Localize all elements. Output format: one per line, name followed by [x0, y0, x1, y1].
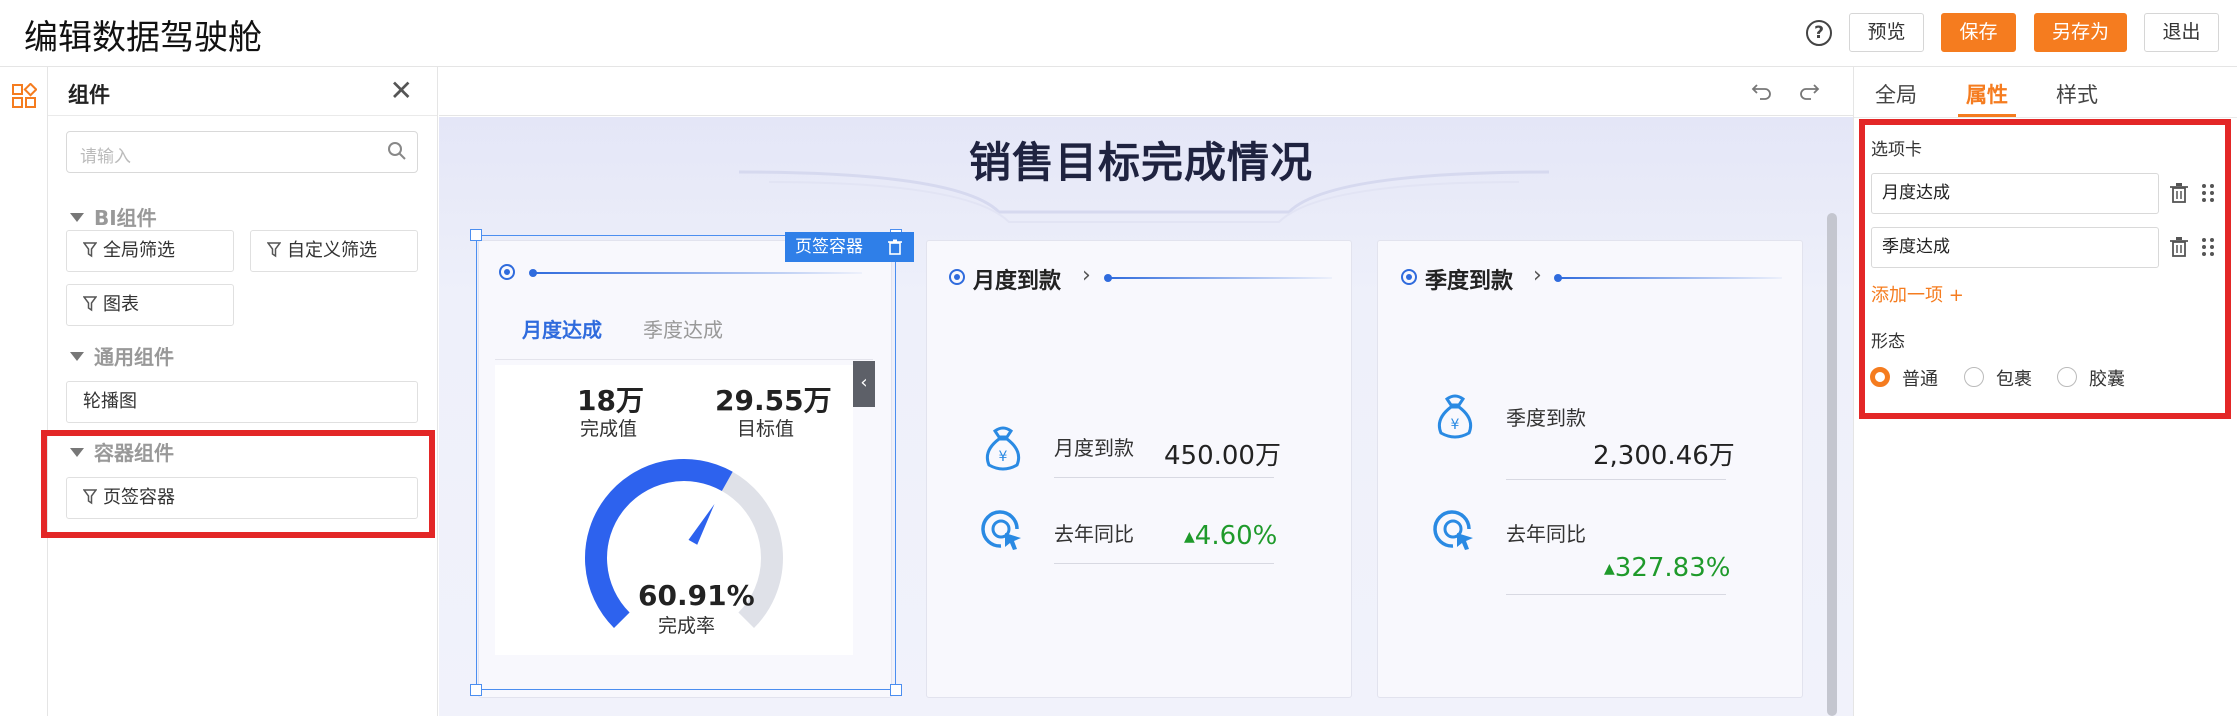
filter-icon: [267, 242, 281, 258]
icon-rail: [0, 67, 48, 716]
divider: [1506, 479, 1726, 480]
yoy-number: 4.60%: [1194, 521, 1278, 551]
selected-component-tag[interactable]: 页签容器: [785, 232, 914, 262]
redo-icon[interactable]: [1797, 79, 1821, 103]
components-panel: 组件 ✕ 请输入 BI组件 全局筛选 自定义筛选 图表 通用组件 轮播图 容器组…: [48, 67, 438, 716]
undo-icon[interactable]: [1750, 79, 1774, 103]
scrollbar[interactable]: [1827, 213, 1837, 716]
search-input[interactable]: 请输入: [66, 131, 418, 173]
money-bag-icon: ¥: [1437, 394, 1473, 439]
resize-handle[interactable]: [470, 684, 482, 696]
yoy-label: 去年同比: [1506, 522, 1586, 546]
divider: [1506, 594, 1726, 595]
dashboard-title: 销售目标完成情况: [969, 138, 1314, 187]
help-icon[interactable]: ?: [1806, 20, 1832, 46]
dashboard-stage: 销售目标完成情况 月度达成 季度达成 ‹ 18万 完成值 29.55万 目标值 …: [439, 117, 1853, 716]
save-button[interactable]: 保存: [1941, 13, 2016, 52]
resize-handle[interactable]: [890, 684, 902, 696]
yoy-value: ▲4.60%: [1184, 521, 1277, 551]
svg-text:¥: ¥: [999, 449, 1008, 465]
search-icon: [388, 142, 406, 160]
section-label: BI组件: [94, 206, 157, 230]
card-title: 季度到款: [1425, 269, 1514, 294]
section-bi[interactable]: BI组件: [70, 202, 157, 231]
tab-global[interactable]: 全局: [1875, 79, 1917, 109]
component-label: 图表: [103, 294, 139, 315]
panel-header: 组件 ✕: [48, 67, 437, 116]
save-as-button[interactable]: 另存为: [2034, 13, 2127, 52]
component-global-filter[interactable]: 全局筛选: [66, 230, 234, 272]
canvas-toolbar: [439, 67, 1853, 116]
component-chart[interactable]: 图表: [66, 284, 234, 326]
preview-button[interactable]: 预览: [1849, 13, 1924, 52]
metric-label: 月度到款: [1054, 436, 1134, 460]
component-custom-filter[interactable]: 自定义筛选: [250, 230, 418, 272]
metric-label: 季度到款: [1506, 406, 1586, 430]
money-bag-icon: ¥: [985, 426, 1021, 471]
component-label: 自定义筛选: [287, 240, 377, 261]
card-title: 月度到款: [973, 269, 1062, 294]
filter-icon: [83, 242, 97, 258]
highlight-box-right: [1859, 119, 2231, 419]
yoy-label: 去年同比: [1054, 522, 1134, 546]
target-click-icon: [1433, 510, 1473, 550]
page-title: 编辑数据驾驶舱: [24, 18, 262, 58]
caret-down-icon: [70, 352, 84, 361]
components-icon[interactable]: [11, 83, 37, 109]
metric-value: 450.00万: [1164, 441, 1281, 471]
up-arrow-icon: ▲: [1184, 529, 1195, 545]
tab-properties[interactable]: 属性: [1966, 79, 2008, 109]
quarterly-payment-card[interactable]: [1377, 240, 1803, 698]
chevron-right-icon: ›: [1082, 263, 1091, 288]
target-dot-icon: [1401, 269, 1417, 285]
tag-label: 页签容器: [795, 237, 863, 257]
section-general[interactable]: 通用组件: [70, 341, 174, 370]
yoy-number: 327.83%: [1614, 553, 1731, 583]
yoy-value: ▲327.83%: [1604, 553, 1730, 583]
highlight-box-left: [41, 430, 435, 538]
component-carousel[interactable]: 轮播图: [66, 381, 418, 423]
component-label: 轮播图: [83, 391, 137, 412]
exit-button[interactable]: 退出: [2144, 13, 2219, 52]
tab-divider: [1854, 117, 2237, 118]
component-label: 全局筛选: [103, 240, 175, 261]
tab-style[interactable]: 样式: [2056, 79, 2098, 109]
filter-icon: [83, 296, 97, 312]
chevron-right-icon: ›: [1533, 263, 1542, 288]
divider: [1054, 563, 1274, 564]
selection-box: [476, 235, 896, 690]
target-click-icon: [981, 510, 1021, 550]
up-arrow-icon: ▲: [1604, 561, 1615, 577]
svg-text:¥: ¥: [1451, 417, 1460, 433]
target-dot-icon: [949, 269, 965, 285]
delete-icon[interactable]: [888, 239, 902, 255]
section-label: 通用组件: [94, 345, 174, 369]
panel-title: 组件: [68, 83, 110, 107]
divider: [1054, 477, 1274, 478]
resize-handle[interactable]: [470, 229, 482, 241]
caret-down-icon: [70, 213, 84, 222]
canvas-area: 销售目标完成情况 月度达成 季度达成 ‹ 18万 完成值 29.55万 目标值 …: [439, 67, 1853, 716]
search-placeholder: 请输入: [80, 147, 131, 167]
title-line: [1554, 274, 1782, 282]
close-icon[interactable]: ✕: [390, 77, 413, 105]
title-line: [1104, 274, 1332, 282]
top-bar: 编辑数据驾驶舱 ? 预览 保存 另存为 退出: [0, 0, 2237, 67]
metric-value: 2,300.46万: [1593, 441, 1735, 471]
